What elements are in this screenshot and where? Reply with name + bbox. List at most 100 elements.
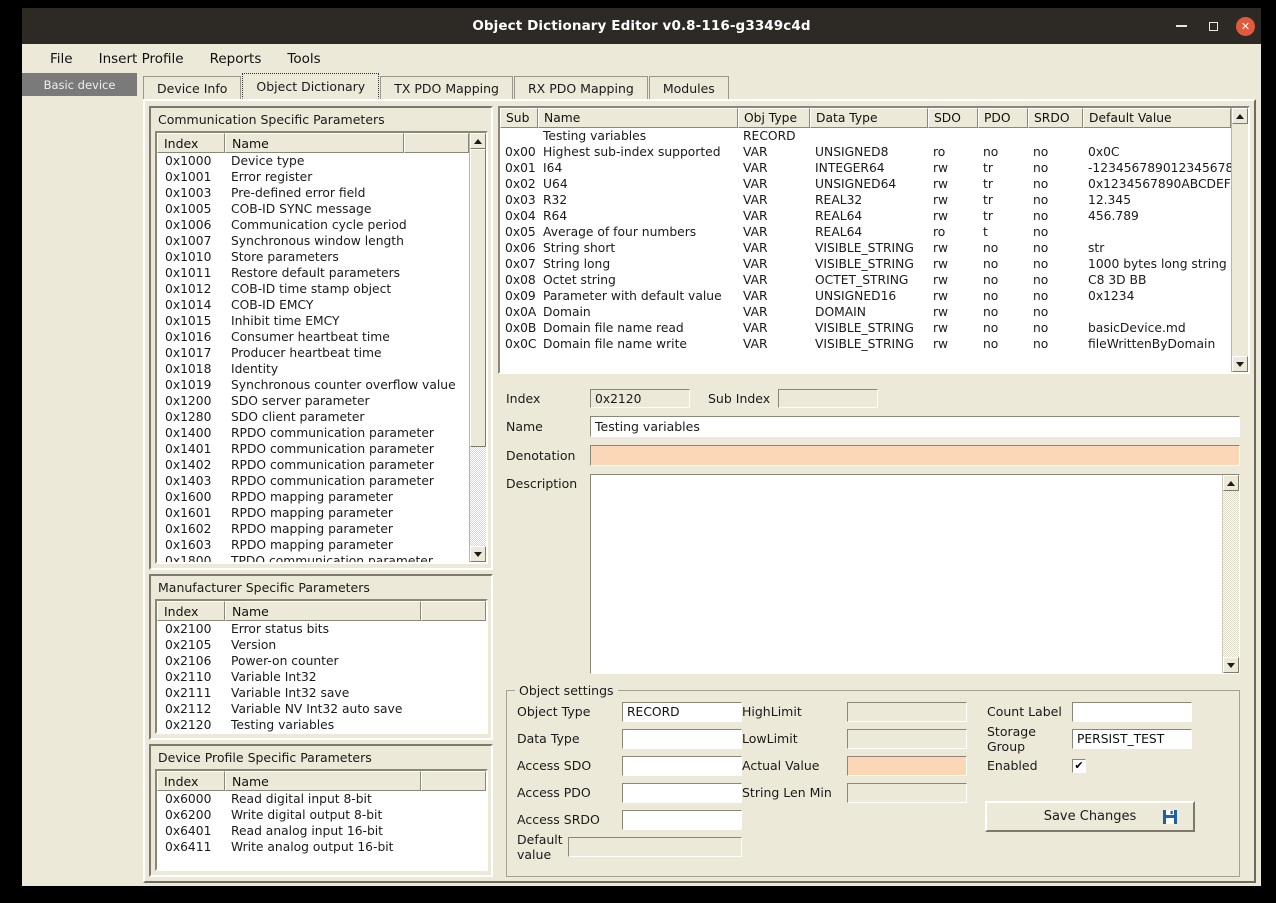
list-item[interactable]: 0x1019Synchronous counter overflow value (157, 377, 469, 393)
list-item[interactable]: 0x1601RPDO mapping parameter (157, 505, 469, 521)
save-changes-button[interactable]: Save Changes (985, 801, 1195, 832)
list-item[interactable]: 0x1200SDO server parameter (157, 393, 469, 409)
list-item[interactable]: 0x1280SDO client parameter (157, 409, 469, 425)
list-item[interactable]: 0x1003Pre-defined error field (157, 185, 469, 201)
access-pdo-select[interactable] (622, 783, 742, 803)
minimize-icon[interactable] (1172, 17, 1190, 35)
list-item[interactable]: 0x1018Identity (157, 361, 469, 377)
enabled-checkbox[interactable]: ✔ (1072, 759, 1086, 773)
table-row[interactable]: 0x06String shortVARVISIBLE_STRINGrwnonos… (500, 240, 1231, 256)
description-scrollbar[interactable] (1222, 475, 1239, 673)
column-header-sub[interactable]: Sub (500, 108, 538, 128)
column-header-obj-type[interactable]: Obj Type (738, 108, 810, 128)
table-row[interactable]: 0x03R32VARREAL32rwtrno12.345 (500, 192, 1231, 208)
list-item[interactable]: 0x1006Communication cycle period (157, 217, 469, 233)
column-header-name[interactable]: Name (225, 133, 404, 153)
list-item[interactable]: 0x2100Error status bits (157, 621, 486, 637)
list-item[interactable]: 0x1603RPDO mapping parameter (157, 537, 469, 553)
table-row[interactable]: 0x00Highest sub-index supportedVARUNSIGN… (500, 144, 1231, 160)
column-header-name[interactable]: Name (538, 108, 738, 128)
column-header-data-type[interactable]: Data Type (810, 108, 928, 128)
access-srdo-select[interactable] (622, 810, 742, 830)
list-item[interactable]: 0x1010Store parameters (157, 249, 469, 265)
communication-list-scrollbar[interactable] (469, 133, 486, 562)
scroll-down-icon[interactable] (470, 546, 486, 562)
scroll-track[interactable] (1223, 491, 1239, 657)
column-header-index[interactable]: Index (157, 133, 225, 153)
table-row[interactable]: 0x05Average of four numbersVARREAL64rotn… (500, 224, 1231, 240)
tab-rx-pdo-mapping[interactable]: RX PDO Mapping (514, 76, 648, 99)
list-item[interactable]: 0x2120Testing variables (157, 717, 486, 732)
table-row[interactable]: 0x0ADomainVARDOMAINrwnono (500, 304, 1231, 320)
table-row[interactable]: 0x0BDomain file name readVARVISIBLE_STRI… (500, 320, 1231, 336)
high-limit-field[interactable] (847, 702, 967, 722)
list-item[interactable]: 0x1016Consumer heartbeat time (157, 329, 469, 345)
column-header-name[interactable]: Name (225, 771, 421, 791)
list-item[interactable]: 0x1005COB-ID SYNC message (157, 201, 469, 217)
scroll-down-icon[interactable] (1232, 356, 1248, 372)
default-value-field[interactable] (568, 837, 742, 857)
low-limit-field[interactable] (847, 729, 967, 749)
list-item[interactable]: 0x6000Read digital input 8-bit (157, 791, 486, 807)
object-type-select[interactable]: RECORD (622, 702, 742, 722)
table-row[interactable]: Testing variablesRECORD (500, 128, 1231, 144)
tab-modules[interactable]: Modules (649, 76, 729, 99)
profile-parameters-list[interactable]: Index Name 0x6000Read digital input 8-bi… (155, 769, 488, 871)
table-row[interactable]: 0x02U64VARUNSIGNED64rwtrno0x1234567890AB… (500, 176, 1231, 192)
column-header-name[interactable]: Name (225, 601, 421, 621)
tab-tx-pdo-mapping[interactable]: TX PDO Mapping (380, 76, 513, 99)
column-header-index[interactable]: Index (157, 771, 225, 791)
list-item[interactable]: 0x1011Restore default parameters (157, 265, 469, 281)
list-item[interactable]: 0x1800TPDO communication parameter (157, 553, 469, 562)
actual-value-field[interactable] (847, 756, 967, 776)
list-item[interactable]: 0x1000Device type (157, 153, 469, 169)
column-header-index[interactable]: Index (157, 601, 225, 621)
tab-object-dictionary[interactable]: Object Dictionary (242, 73, 379, 99)
scroll-up-icon[interactable] (1223, 475, 1239, 491)
table-row[interactable]: 0x09Parameter with default valueVARUNSIG… (500, 288, 1231, 304)
list-item[interactable]: 0x1400RPDO communication parameter (157, 425, 469, 441)
sub-index-field[interactable] (778, 389, 878, 408)
object-table-scrollbar[interactable] (1231, 108, 1248, 372)
maximize-icon[interactable] (1204, 17, 1222, 35)
menu-tools[interactable]: Tools (277, 48, 330, 70)
object-entries-table[interactable]: Sub Name Obj Type Data Type SDO PDO SRDO… (498, 106, 1250, 374)
data-type-select[interactable] (622, 729, 742, 749)
description-text[interactable] (591, 475, 1222, 673)
list-item[interactable]: 0x1015Inhibit time EMCY (157, 313, 469, 329)
storage-group-select[interactable]: PERSIST_TEST (1072, 729, 1192, 749)
manufacturer-parameters-list[interactable]: Index Name 0x2100Error status bits0x2105… (155, 599, 488, 734)
name-field[interactable]: Testing variables (590, 416, 1240, 437)
list-item[interactable]: 0x1012COB-ID time stamp object (157, 281, 469, 297)
table-row[interactable]: 0x0CDomain file name writeVARVISIBLE_STR… (500, 336, 1231, 352)
table-row[interactable]: 0x04R64VARREAL64rwtrno456.789 (500, 208, 1231, 224)
column-header-pdo[interactable]: PDO (978, 108, 1028, 128)
scroll-track[interactable] (470, 149, 486, 546)
menu-reports[interactable]: Reports (200, 48, 272, 70)
list-item[interactable]: 0x2105Version (157, 637, 486, 653)
scroll-down-icon[interactable] (1223, 657, 1239, 673)
scroll-thumb[interactable] (470, 149, 486, 447)
list-item[interactable]: 0x2111Variable Int32 save (157, 685, 486, 701)
list-item[interactable]: 0x1014COB-ID EMCY (157, 297, 469, 313)
list-item[interactable]: 0x2110Variable Int32 (157, 669, 486, 685)
index-field[interactable]: 0x2120 (590, 389, 690, 408)
close-icon[interactable]: ✕ (1236, 17, 1255, 36)
access-sdo-select[interactable] (622, 756, 742, 776)
scroll-up-icon[interactable] (1232, 108, 1248, 124)
list-item[interactable]: 0x1007Synchronous window length (157, 233, 469, 249)
scroll-track[interactable] (1232, 124, 1248, 356)
list-item[interactable]: 0x2106Power-on counter (157, 653, 486, 669)
list-item[interactable]: 0x1602RPDO mapping parameter (157, 521, 469, 537)
list-item[interactable]: 0x1017Producer heartbeat time (157, 345, 469, 361)
list-item[interactable]: 0x6200Write digital output 8-bit (157, 807, 486, 823)
list-item[interactable]: 0x1001Error register (157, 169, 469, 185)
denotation-field[interactable] (590, 445, 1240, 466)
list-item[interactable]: 0x6411Write analog output 16-bit (157, 839, 486, 855)
sidebar-item-basic-device[interactable]: Basic device (22, 73, 137, 96)
list-item[interactable]: 0x6401Read analog input 16-bit (157, 823, 486, 839)
list-item[interactable]: 0x1600RPDO mapping parameter (157, 489, 469, 505)
string-len-min-field[interactable] (847, 783, 967, 803)
table-row[interactable]: 0x07String longVARVISIBLE_STRINGrwnono10… (500, 256, 1231, 272)
menu-file[interactable]: File (40, 48, 83, 70)
